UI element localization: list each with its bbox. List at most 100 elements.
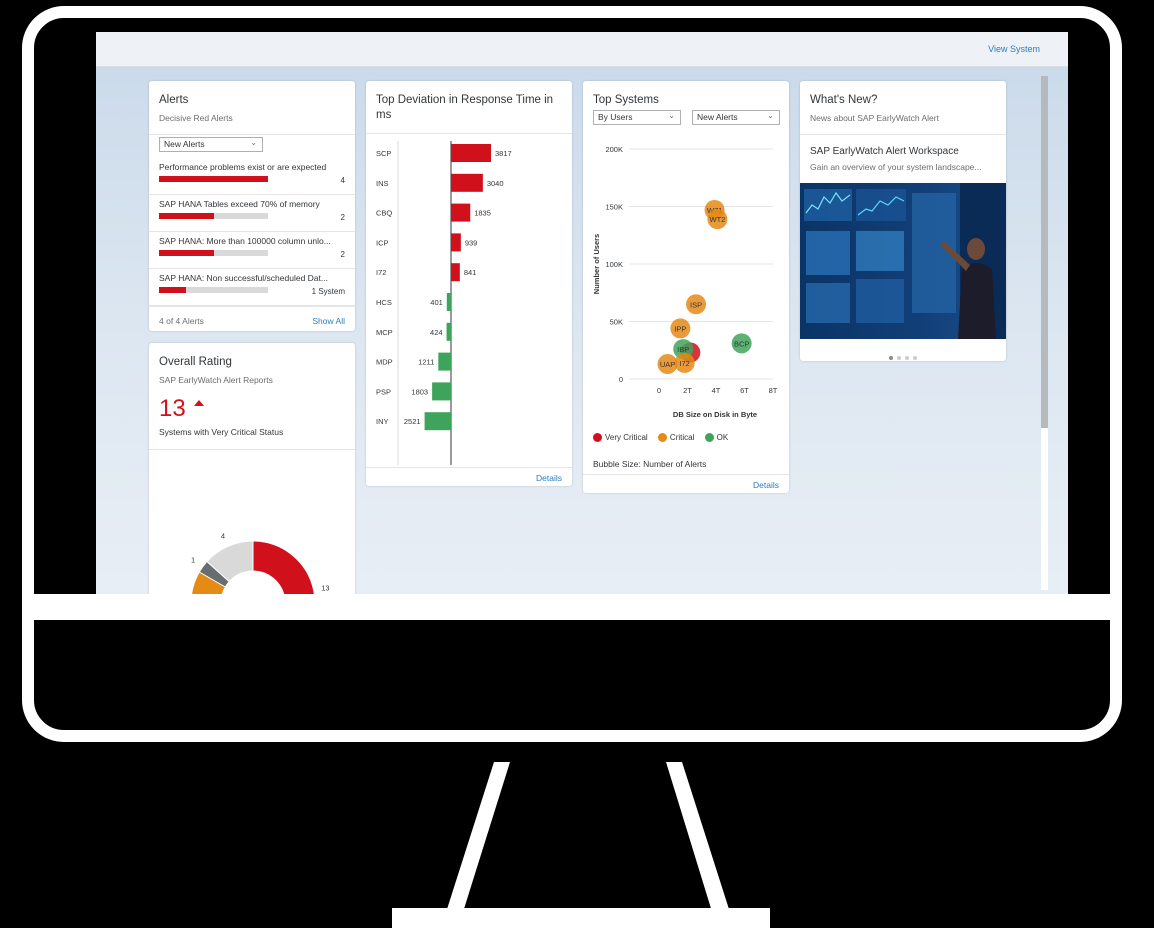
x-tick-label: 4T xyxy=(712,386,721,395)
carousel-dot[interactable] xyxy=(913,356,917,360)
top-systems-alert-select[interactable]: New Alerts ⌄ xyxy=(692,110,780,125)
alert-text: SAP HANA: Non successful/scheduled Dat..… xyxy=(159,273,328,283)
divider xyxy=(149,306,355,307)
value-label: 1803 xyxy=(411,387,428,396)
category-label: SCP xyxy=(376,149,391,158)
alerts-count: 4 of 4 Alerts xyxy=(159,316,204,326)
critical-dot-icon xyxy=(657,433,667,443)
value-label: 1835 xyxy=(474,209,491,218)
alerts-card: Alerts Decisive Red Alerts New Alerts ⌄ … xyxy=(149,81,355,331)
news-item-title[interactable]: SAP EarlyWatch Alert Workspace xyxy=(810,146,959,157)
show-all-link[interactable]: Show All xyxy=(312,316,345,326)
top-systems-details-link[interactable]: Details xyxy=(753,480,779,490)
carousel-dot[interactable] xyxy=(905,356,909,360)
value-label: 1211 xyxy=(418,358,434,367)
very-critical-dot-icon xyxy=(593,433,602,443)
value-label: 841 xyxy=(464,268,477,277)
bar xyxy=(451,173,483,192)
divider xyxy=(583,474,789,475)
category-label: I72 xyxy=(376,268,386,277)
x-tick-label: 2T xyxy=(683,386,692,395)
divider xyxy=(149,449,355,450)
category-label: CBQ xyxy=(376,209,392,218)
x-tick-label: 0 xyxy=(657,386,661,395)
donut-label: 13 xyxy=(321,584,329,593)
scrollbar[interactable] xyxy=(1041,76,1048,590)
alert-count: 2 xyxy=(340,213,345,222)
category-label: PSP xyxy=(376,387,391,396)
scroll-thumb[interactable] xyxy=(1041,76,1048,428)
y-axis-label: Number of Users xyxy=(592,234,601,294)
rating-caption: Systems with Very Critical Status xyxy=(159,427,284,437)
alerts-filter-select[interactable]: New Alerts ⌄ xyxy=(159,137,263,152)
chevron-down-icon: ⌄ xyxy=(250,138,257,147)
divider xyxy=(149,134,355,135)
top-systems-alert-value: New Alerts xyxy=(697,112,738,122)
carousel-indicator[interactable] xyxy=(800,347,1006,361)
view-system-link[interactable]: View System xyxy=(988,44,1040,54)
top-systems-card: Top Systems By Users ⌄ New Alerts ⌄ 0 50K… xyxy=(583,81,789,493)
bubble-label: IBP xyxy=(677,345,689,354)
bubble-size-note: Bubble Size: Number of Alerts xyxy=(593,459,707,469)
legend-ok: OK xyxy=(704,433,728,443)
top-systems-metric-value: By Users xyxy=(598,112,633,122)
value-label: 2521 xyxy=(404,417,421,426)
ok-dot-icon xyxy=(704,433,714,443)
bubble-legend: Very Critical Critical OK xyxy=(593,433,736,443)
y-tick-label: 200K xyxy=(605,145,623,154)
category-label: INS xyxy=(376,179,389,188)
bar xyxy=(451,233,461,252)
whats-new-subtitle: News about SAP EarlyWatch Alert xyxy=(810,113,939,123)
deviation-bar-chart[interactable]: SCP 3817 INS 3040 CBQ 1835 ICP 939 I72 841 HCS 401 M… xyxy=(366,135,572,465)
bar xyxy=(424,412,451,431)
deviation-title: Top Deviation in Response Time in ms xyxy=(376,94,554,121)
trend-up-icon xyxy=(194,400,204,406)
alert-text: Performance problems exist or are expect… xyxy=(159,162,327,172)
carousel-dot[interactable] xyxy=(897,356,901,360)
whats-new-card: What's New? News about SAP EarlyWatch Al… xyxy=(800,81,1006,361)
bubble-label: BCP xyxy=(734,339,749,348)
bar xyxy=(446,322,451,341)
bar xyxy=(451,144,491,162)
alert-bar-track xyxy=(159,176,268,182)
top-systems-metric-select[interactable]: By Users ⌄ xyxy=(593,110,681,125)
news-item-description: Gain an overview of your system landscap… xyxy=(810,162,982,172)
alert-text: SAP HANA: More than 100000 column unlo..… xyxy=(159,236,331,246)
bar xyxy=(446,293,451,311)
top-systems-bubble-chart[interactable]: 0 50K 100K 150K 200K 0 2T 4T 6T 8T DB Size on Disk… xyxy=(583,137,789,427)
value-label: 401 xyxy=(430,298,443,307)
bubble-label: UAP xyxy=(660,360,675,369)
alerts-title: Alerts xyxy=(159,94,189,106)
alert-list-item[interactable]: Performance problems exist or are expect… xyxy=(149,157,355,195)
alert-bar-fill xyxy=(159,250,214,256)
deviation-card: Top Deviation in Response Time in ms SCP… xyxy=(366,81,572,486)
rating-donut-chart[interactable]: 13 1 4 xyxy=(149,503,355,594)
x-tick-label: 6T xyxy=(740,386,749,395)
divider xyxy=(366,133,572,134)
deviation-details-link[interactable]: Details xyxy=(536,473,562,483)
y-tick-label: 100K xyxy=(605,260,623,269)
category-label: INY xyxy=(376,417,389,426)
carousel-dot[interactable] xyxy=(889,356,893,360)
alert-bar-track xyxy=(159,287,268,293)
y-tick-label: 150K xyxy=(605,203,623,212)
news-item-image[interactable] xyxy=(800,183,1006,339)
alert-bar-fill xyxy=(159,176,268,182)
alert-list-item[interactable]: SAP HANA: Non successful/scheduled Dat..… xyxy=(149,268,355,306)
bar xyxy=(451,263,460,282)
category-label: MCP xyxy=(376,328,393,337)
alerts-filter-value: New Alerts xyxy=(164,139,205,149)
donut-label: 4 xyxy=(221,531,225,540)
donut-segment xyxy=(252,540,315,594)
alert-list-item[interactable]: SAP HANA Tables exceed 70% of memory 2 xyxy=(149,194,355,232)
alert-text: SAP HANA Tables exceed 70% of memory xyxy=(159,199,320,209)
chevron-down-icon: ⌄ xyxy=(668,111,675,120)
value-label: 3040 xyxy=(487,179,504,188)
bar xyxy=(438,352,451,371)
value-label: 424 xyxy=(430,328,443,337)
alert-list-item[interactable]: SAP HANA: More than 100000 column unlo..… xyxy=(149,231,355,269)
y-tick-label: 50K xyxy=(610,318,623,327)
alert-bar-track xyxy=(159,250,268,256)
x-axis-label: DB Size on Disk in Byte xyxy=(673,410,757,419)
bubble-label: WT2 xyxy=(710,215,726,224)
